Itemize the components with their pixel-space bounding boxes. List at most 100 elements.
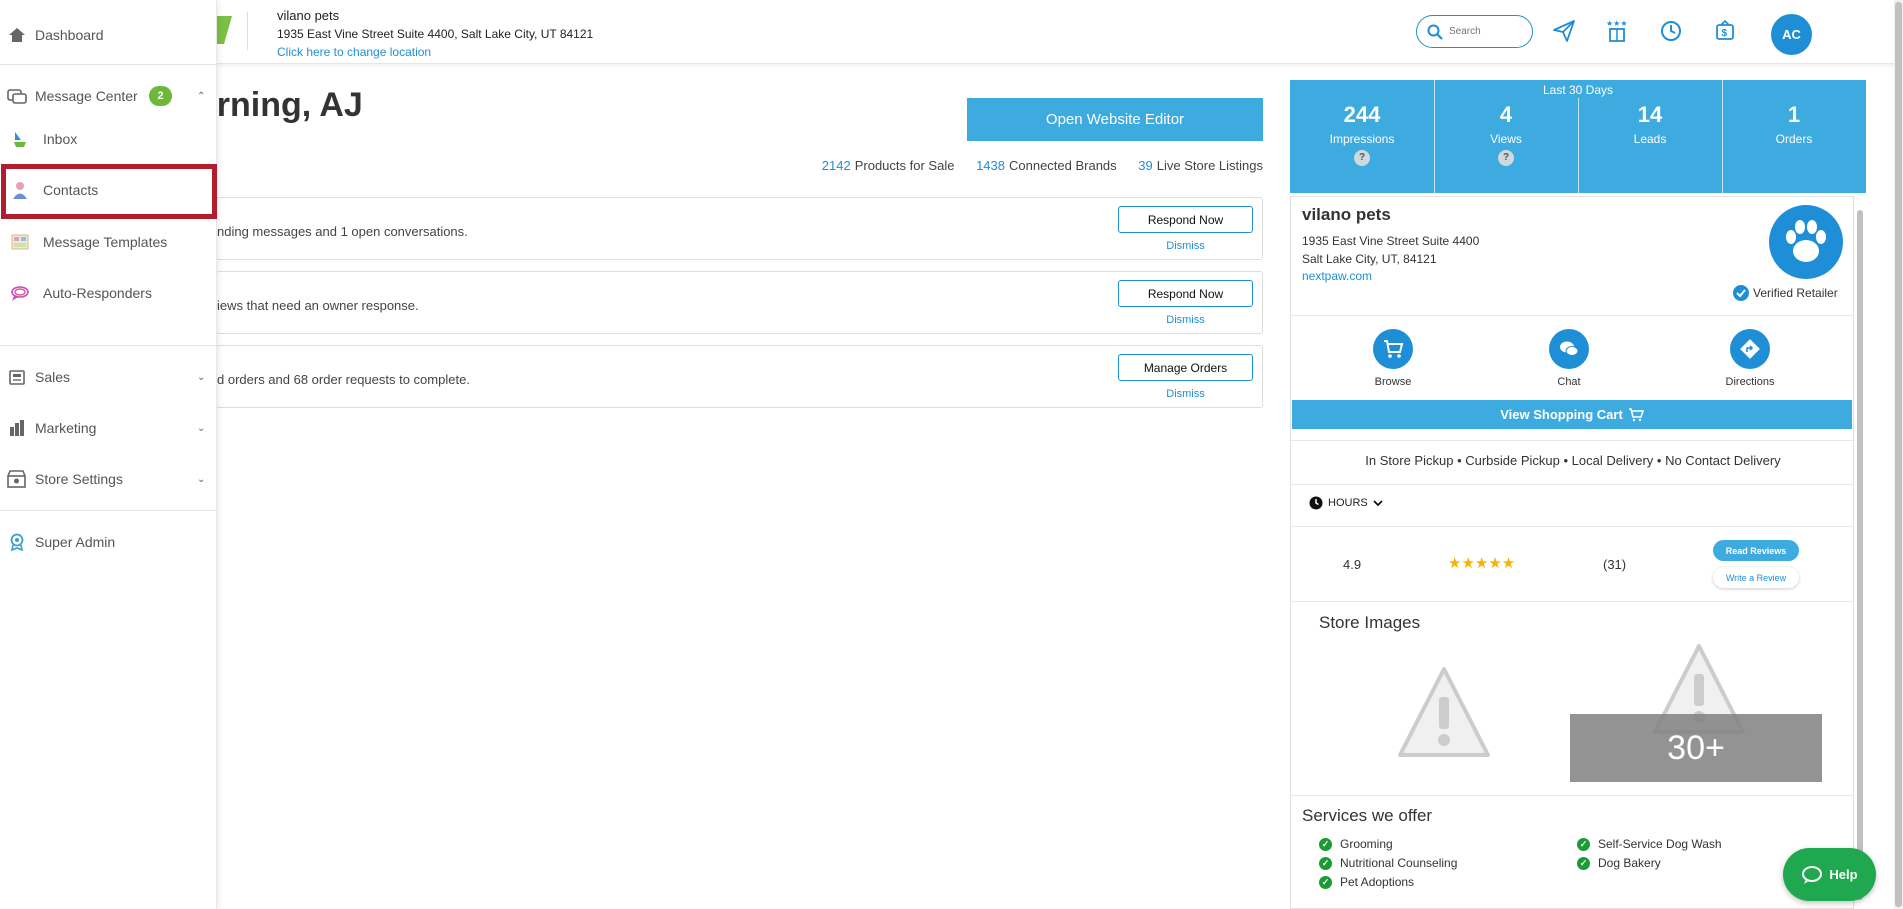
chevron-down-icon: ⌄	[197, 422, 206, 434]
sidebar-item-label: Store Settings	[35, 471, 123, 487]
super-admin-icon	[7, 532, 27, 552]
search-box[interactable]	[1416, 15, 1533, 48]
sidebar-item-label: Super Admin	[35, 534, 116, 550]
image-placeholder-icon[interactable]	[1396, 665, 1492, 761]
sidebar-item-super-admin[interactable]: Super Admin	[0, 524, 217, 560]
service-label: Grooming	[1340, 837, 1393, 851]
svg-text:★★★: ★★★	[1606, 19, 1628, 28]
service-label: Pet Adoptions	[1340, 875, 1415, 889]
dismiss-link[interactable]: Dismiss	[1118, 314, 1253, 326]
read-reviews-button[interactable]: Read Reviews	[1713, 540, 1799, 561]
chat-button[interactable]: Chat	[1529, 329, 1609, 388]
help-icon[interactable]: ?	[1498, 150, 1514, 166]
billing-icon[interactable]: $	[1711, 17, 1739, 45]
directions-icon	[1740, 339, 1760, 359]
sidebar: Dashboard Message Center 2 ⌃ Inbox Conta…	[0, 0, 217, 909]
more-images-overlay[interactable]: 30+	[1570, 714, 1822, 782]
sidebar-item-message-templates[interactable]: Message Templates	[0, 224, 217, 260]
sidebar-item-message-center[interactable]: Message Center 2 ⌃	[0, 78, 217, 114]
clock-icon[interactable]	[1657, 17, 1685, 45]
directions-label: Directions	[1725, 376, 1775, 388]
verified-label: Verified Retailer	[1753, 286, 1838, 300]
user-avatar[interactable]: AC	[1771, 14, 1812, 55]
store-stats: 2142 Products for Sale 1438 Connected Bran…	[822, 158, 1263, 173]
top-header: vilano pets 1935 East Vine Street Suite …	[0, 0, 1903, 64]
verified-check-icon	[1733, 285, 1749, 301]
check-icon: ✓	[1319, 875, 1332, 889]
products-count[interactable]: 2142	[822, 158, 851, 173]
sidebar-item-label: Auto-Responders	[43, 285, 152, 301]
write-review-button[interactable]: Write a Review	[1713, 567, 1799, 588]
fulfillment-options: In Store Pickup • Curbside Pickup • Loca…	[1365, 453, 1781, 468]
open-website-editor-button[interactable]: Open Website Editor	[967, 98, 1263, 141]
contacts-icon	[10, 180, 30, 200]
clock-icon	[1309, 496, 1323, 510]
dismiss-link[interactable]: Dismiss	[1118, 240, 1253, 252]
templates-icon	[10, 232, 30, 252]
scrollbar-thumb[interactable]	[1895, 2, 1902, 907]
header-divider	[247, 12, 248, 50]
store-card-scrollbar[interactable]	[1855, 196, 1866, 909]
brands-count[interactable]: 1438	[976, 158, 1005, 173]
card-divider	[1291, 526, 1853, 527]
directions-button[interactable]: Directions	[1710, 329, 1790, 388]
unread-badge: 2	[149, 86, 172, 106]
sidebar-divider	[0, 64, 217, 65]
chat-bubble-icon	[1802, 865, 1823, 884]
card-divider	[1291, 315, 1853, 316]
check-icon: ✓	[1577, 837, 1590, 851]
sidebar-item-store-settings[interactable]: Store Settings ⌄	[0, 461, 217, 497]
service-label: Nutritional Counseling	[1340, 856, 1458, 870]
kpi-views: 4 Views ?	[1434, 80, 1578, 193]
marketing-icon	[7, 418, 27, 438]
respond-now-button[interactable]: Respond Now	[1118, 280, 1253, 307]
rewards-icon[interactable]: ★★★	[1603, 17, 1631, 45]
sidebar-item-inbox[interactable]: Inbox	[0, 121, 217, 157]
help-icon[interactable]: ?	[1354, 150, 1370, 166]
greeting-heading: orning, AJ	[196, 86, 363, 124]
service-item: ✓ Nutritional Counseling	[1319, 856, 1457, 870]
store-address-line2: Salt Lake City, UT, 84121	[1302, 252, 1437, 266]
store-settings-icon	[7, 469, 27, 489]
kpi-label: Leads	[1633, 132, 1667, 146]
chevron-up-icon: ⌃	[197, 90, 206, 102]
scrollbar-thumb[interactable]	[1857, 210, 1863, 900]
kpi-value: 244	[1343, 102, 1381, 127]
sidebar-item-auto-responders[interactable]: Auto-Responders	[0, 275, 217, 311]
respond-now-button[interactable]: Respond Now	[1118, 206, 1253, 233]
notice-text: iews that need an owner response.	[217, 298, 419, 313]
rating-stars: ★★★★★	[1448, 555, 1516, 572]
browse-button[interactable]: Browse	[1353, 329, 1433, 388]
search-input[interactable]	[1449, 26, 1524, 37]
sidebar-item-sales[interactable]: Sales ⌄	[0, 359, 217, 395]
sidebar-item-label: Dashboard	[35, 27, 104, 43]
sidebar-item-marketing[interactable]: Marketing ⌄	[0, 410, 217, 446]
check-icon: ✓	[1319, 837, 1332, 851]
sidebar-item-contacts[interactable]: Contacts	[0, 172, 217, 208]
service-item: ✓ Pet Adoptions	[1319, 875, 1414, 889]
change-location-link[interactable]: Click here to change location	[277, 45, 431, 59]
listings-count[interactable]: 39	[1138, 158, 1152, 173]
paw-logo-icon	[1769, 205, 1843, 279]
auto-responders-icon	[10, 283, 30, 303]
services-title: Services we offer	[1302, 806, 1433, 825]
sidebar-item-dashboard[interactable]: Dashboard	[0, 17, 217, 53]
hours-toggle[interactable]: HOURS	[1309, 496, 1383, 510]
service-item: ✓ Self-Service Dog Wash	[1577, 837, 1722, 851]
dismiss-link[interactable]: Dismiss	[1118, 388, 1253, 400]
view-shopping-cart-button[interactable]: View Shopping Cart	[1292, 400, 1852, 429]
kpi-value: 4	[1499, 102, 1513, 127]
brands-label: Connected Brands	[1008, 158, 1117, 173]
manage-orders-button[interactable]: Manage Orders	[1118, 354, 1253, 381]
page-scrollbar[interactable]	[1894, 0, 1903, 909]
check-icon: ✓	[1577, 856, 1590, 870]
store-website-link[interactable]: nextpaw.com	[1302, 269, 1372, 283]
help-button[interactable]: Help	[1783, 848, 1876, 901]
verified-badge: Verified Retailer	[1732, 284, 1838, 302]
chevron-down-icon	[1373, 500, 1383, 507]
send-icon[interactable]	[1550, 17, 1578, 45]
cart-icon	[1384, 340, 1404, 358]
inbox-icon	[10, 129, 30, 149]
kpi-label: Orders	[1775, 132, 1813, 146]
store-images-title: Store Images	[1319, 613, 1421, 632]
